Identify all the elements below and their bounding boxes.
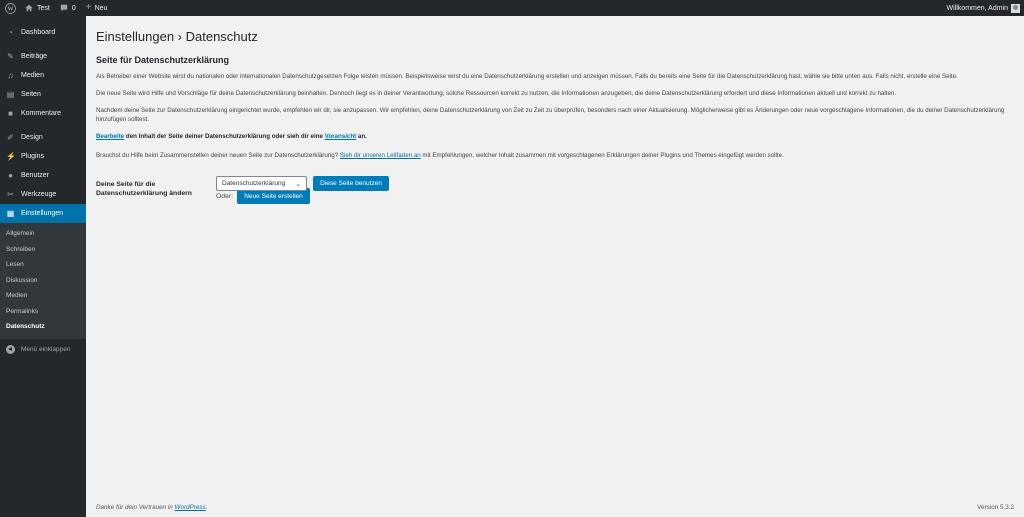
sidebar-item-label: Beiträge xyxy=(21,53,48,60)
sidebar-item-label: Kommentare xyxy=(21,110,62,117)
sidebar-item-users[interactable]: ● Benutzer xyxy=(0,166,86,185)
sidebar-item-label: Seiten xyxy=(21,91,41,98)
submenu-item-media[interactable]: Medien xyxy=(0,288,86,304)
privacy-page-label: Deine Seite für die Datenschutzerklärung… xyxy=(96,181,192,197)
comments-count: 0 xyxy=(71,4,76,12)
pages-icon: ▤ xyxy=(6,90,15,99)
main-content: Einstellungen › Datenschutz Seite für Da… xyxy=(86,16,1024,517)
intro-paragraph: Als Betreiber einer Website wirst du nat… xyxy=(96,73,958,80)
collapse-menu-button[interactable]: Menü einklappen xyxy=(0,341,86,359)
edit-preview-paragraph: Bearbeite den Inhalt der Seite deiner Da… xyxy=(96,132,1014,141)
page-title: Einstellungen › Datenschutz xyxy=(96,29,258,44)
sidebar-item-label: Design xyxy=(21,134,43,141)
home-icon xyxy=(25,4,33,12)
preview-link[interactable]: Voransicht xyxy=(325,133,357,140)
sidebar-item-design[interactable]: ✐ Design xyxy=(0,128,86,147)
admin-sidebar: ◔ Dashboard ✎ Beiträge ♫ Medien ▤ Seiten… xyxy=(0,16,86,517)
help-end-text: mit Empfehlungen, welcher Inhalt zusamme… xyxy=(420,152,784,159)
sidebar-item-comments[interactable]: ■ Kommentare xyxy=(0,104,86,123)
settings-submenu: Allgemein Schreiben Lesen Diskussion Med… xyxy=(0,223,86,339)
admin-bar: W Test 0 + Neu Willkommen, Admin xyxy=(0,0,1024,16)
edit-link[interactable]: Bearbeite xyxy=(96,133,124,140)
sidebar-item-label: Einstellungen xyxy=(21,210,64,217)
plugin-icon: ⚡ xyxy=(6,152,16,161)
help-start-text: Brauchst du Hilfe beim Zusammenstellen d… xyxy=(96,152,340,159)
thanks-suffix: . xyxy=(205,504,208,511)
privacy-page-select[interactable]: Datenschutzerklärung ⌄ xyxy=(216,176,307,191)
section-title: Seite für Datenschutzerklärung xyxy=(96,55,230,65)
select-value: Datenschutzerklärung xyxy=(222,180,286,187)
sidebar-item-dashboard[interactable]: ◔ Dashboard xyxy=(0,23,86,42)
sidebar-item-settings[interactable]: ▦ Einstellungen xyxy=(0,204,86,223)
submenu-item-writing[interactable]: Schreiben xyxy=(0,242,86,258)
sidebar-item-media[interactable]: ♫ Medien xyxy=(0,66,86,85)
avatar xyxy=(1011,3,1020,13)
submenu-item-reading[interactable]: Lesen xyxy=(0,257,86,273)
thanks-prefix: Danke für dein Vertrauen in xyxy=(96,504,175,511)
hint-paragraph: Die neue Seite wird Hilfe und Vorschläge… xyxy=(96,90,897,97)
edit-mid-text: den Inhalt der Seite deiner Datenschutze… xyxy=(124,133,325,140)
user-icon: ● xyxy=(8,171,13,180)
new-content-link[interactable]: + Neu xyxy=(81,0,113,16)
comments-link[interactable]: 0 xyxy=(55,0,81,16)
svg-text:W: W xyxy=(7,6,13,12)
wrench-icon: ✂ xyxy=(7,190,14,199)
sidebar-item-pages[interactable]: ▤ Seiten xyxy=(0,85,86,104)
wordpress-logo-icon[interactable]: W xyxy=(0,0,20,16)
submenu-item-privacy[interactable]: Datenschutz xyxy=(0,319,86,335)
submenu-item-general[interactable]: Allgemein xyxy=(0,226,86,242)
sidebar-item-tools[interactable]: ✂ Werkzeuge xyxy=(0,185,86,204)
help-paragraph: Brauchst du Hilfe beim Zusammenstellen d… xyxy=(96,151,1014,160)
greeting: Willkommen, Admin xyxy=(946,4,1008,12)
new-label: Neu xyxy=(94,4,108,12)
footer-thanks: Danke für dein Vertrauen in WordPress. xyxy=(96,504,207,511)
account-menu[interactable]: Willkommen, Admin xyxy=(942,0,1024,16)
version-label: Version 5.3.2 xyxy=(977,504,1014,511)
sidebar-item-plugins[interactable]: ⚡ Plugins xyxy=(0,147,86,166)
sidebar-item-label: Medien xyxy=(21,72,44,79)
comment-icon: ■ xyxy=(8,109,13,118)
collapse-label: Menü einklappen xyxy=(21,346,71,353)
sidebar-item-label: Dashboard xyxy=(21,29,56,36)
collapse-arrow-icon xyxy=(6,345,15,354)
guide-link[interactable]: Sieh dir unseren Leitfaden an xyxy=(340,152,421,159)
site-name: Test xyxy=(37,4,50,12)
media-icon: ♫ xyxy=(7,71,14,80)
sidebar-item-label: Plugins xyxy=(21,153,44,160)
plus-icon: + xyxy=(85,2,92,13)
wordpress-link[interactable]: WordPress xyxy=(175,504,206,511)
sidebar-item-label: Benutzer xyxy=(21,172,50,179)
use-page-button[interactable]: Diese Seite benutzen xyxy=(313,176,389,191)
footer: Danke für dein Vertrauen in WordPress. V… xyxy=(96,504,1014,511)
pin-icon: ✎ xyxy=(7,52,14,61)
chevron-down-icon: ⌄ xyxy=(295,181,301,188)
site-name-link[interactable]: Test xyxy=(20,0,55,16)
recommendation-paragraph: Nachdem deine Seite zur Datenschutzerklä… xyxy=(96,107,1005,123)
or-label: Oder: xyxy=(216,192,233,200)
brush-icon: ✐ xyxy=(7,133,14,142)
comment-icon xyxy=(60,4,68,12)
settings-icon: ▦ xyxy=(6,209,15,218)
submenu-item-discussion[interactable]: Diskussion xyxy=(0,273,86,289)
sidebar-item-posts[interactable]: ✎ Beiträge xyxy=(0,47,86,66)
dashboard-icon: ◔ xyxy=(8,28,13,37)
submenu-item-permalinks[interactable]: Permalinks xyxy=(0,304,86,320)
edit-end-text: an. xyxy=(356,133,367,140)
sidebar-item-label: Werkzeuge xyxy=(21,191,57,198)
